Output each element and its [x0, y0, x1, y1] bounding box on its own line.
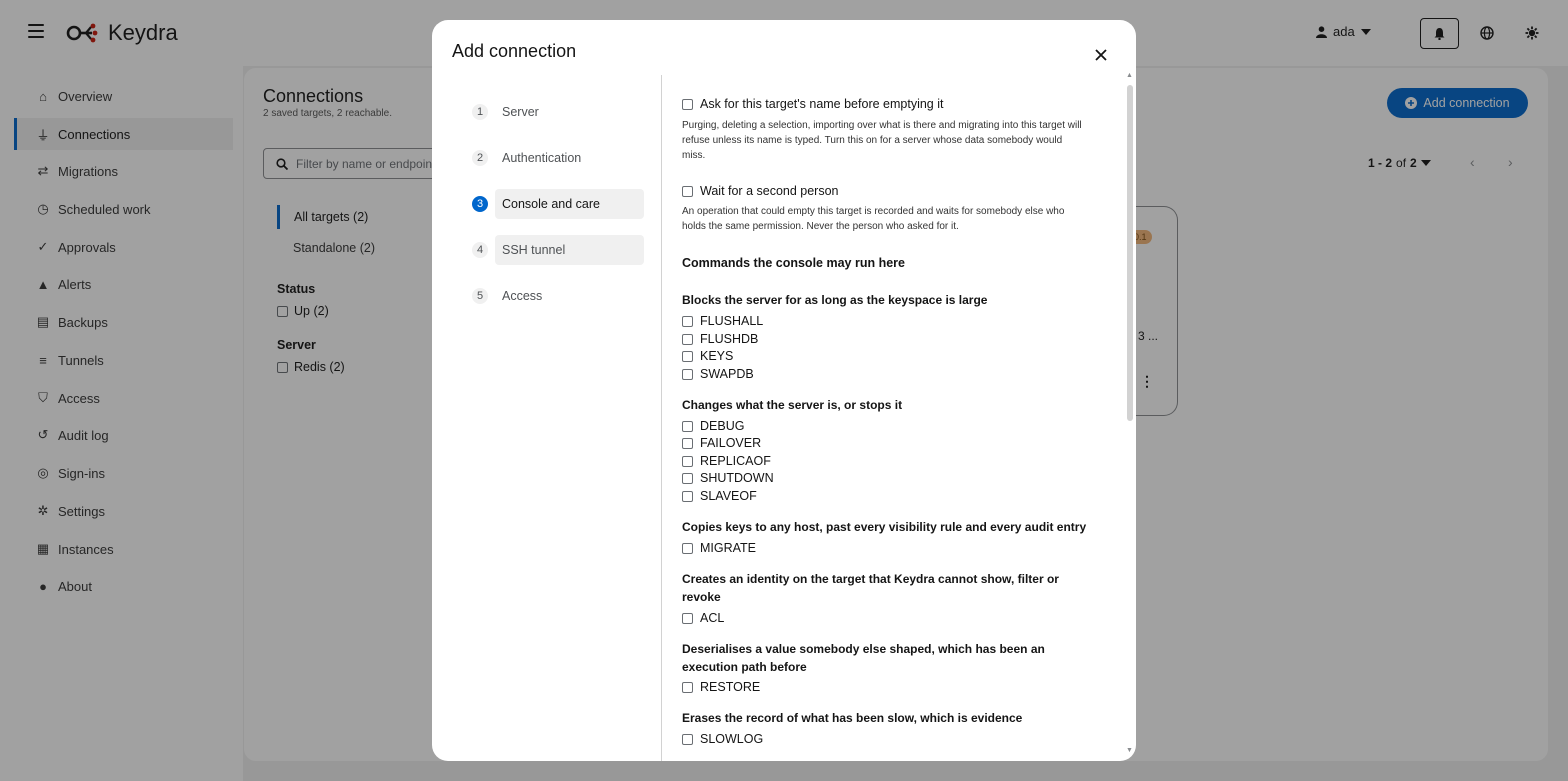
checkbox[interactable]	[682, 472, 693, 484]
command-option-flushdb[interactable]: FLUSHDB	[682, 332, 758, 346]
wizard-step-access[interactable]: 5 Access	[472, 281, 644, 311]
close-button[interactable]	[1092, 46, 1110, 64]
command-label: FLUSHALL	[700, 314, 764, 328]
checkbox[interactable]	[682, 315, 693, 327]
commands-section-title: Commands the console may run here	[682, 256, 905, 270]
confirm-name-help: Purging, deleting a selection, importing…	[682, 120, 1082, 161]
wizard-body: Ask for this target's name before emptyi…	[662, 75, 1136, 761]
checkbox[interactable]	[682, 681, 693, 693]
command-label: REPLICAOF	[700, 454, 771, 468]
step-label: Authentication	[502, 151, 582, 165]
command-option-acl[interactable]: ACL	[682, 611, 724, 625]
scroll-up-icon[interactable]: ▲	[1126, 72, 1133, 79]
command-option-debug[interactable]: DEBUG	[682, 419, 744, 433]
scrollbar-thumb[interactable]	[1127, 85, 1133, 421]
second-person-option[interactable]: Wait for a second person	[682, 184, 839, 198]
option-label: Wait for a second person	[700, 184, 839, 198]
command-option-swapdb[interactable]: SWAPDB	[682, 367, 754, 381]
command-option-restore[interactable]: RESTORE	[682, 680, 760, 694]
step-number: 3	[472, 196, 488, 212]
command-label: SHUTDOWN	[700, 471, 774, 485]
checkbox[interactable]	[682, 350, 693, 362]
wizard-step-authentication[interactable]: 2 Authentication	[472, 143, 644, 173]
checkbox[interactable]	[682, 612, 693, 624]
checkbox[interactable]	[682, 733, 693, 745]
command-label: ACL	[700, 611, 725, 625]
step-number: 5	[472, 288, 488, 304]
command-option-slaveof[interactable]: SLAVEOF	[682, 489, 757, 503]
step-number: 2	[472, 150, 488, 166]
wizard-step-console-and-care[interactable]: 3 Console and care	[472, 189, 644, 219]
command-label: SLAVEOF	[700, 489, 757, 503]
command-label: FLUSHDB	[700, 332, 759, 346]
command-label: DEBUG	[700, 419, 745, 433]
modal-title: Add connection	[452, 41, 577, 61]
command-label: MIGRATE	[700, 541, 757, 555]
wizard-step-server[interactable]: 1 Server	[472, 97, 644, 127]
command-group-title: Copies keys to any host, past every visi…	[682, 520, 1087, 534]
step-label: SSH tunnel	[495, 235, 644, 265]
command-option-flushall[interactable]: FLUSHALL	[682, 314, 763, 328]
second-person-checkbox[interactable]	[682, 185, 693, 197]
command-option-migrate[interactable]: MIGRATE	[682, 541, 756, 555]
command-label: RESTORE	[700, 680, 761, 694]
step-label: Console and care	[495, 189, 644, 219]
checkbox[interactable]	[682, 490, 693, 502]
checkbox[interactable]	[682, 542, 693, 554]
wizard-nav: 1 Server 2 Authentication 3 Console and …	[432, 75, 662, 761]
checkbox[interactable]	[682, 437, 693, 449]
checkbox[interactable]	[682, 455, 693, 467]
command-option-failover[interactable]: FAILOVER	[682, 436, 761, 450]
second-person-help: An operation that could empty this targe…	[682, 206, 1065, 232]
checkbox[interactable]	[682, 368, 693, 380]
command-option-keys[interactable]: KEYS	[682, 349, 733, 363]
step-label: Server	[502, 105, 539, 119]
close-icon	[1095, 49, 1107, 61]
command-option-slowlog[interactable]: SLOWLOG	[682, 732, 763, 746]
checkbox[interactable]	[682, 420, 693, 432]
command-label: SWAPDB	[700, 367, 754, 381]
scroll-down-icon[interactable]: ▼	[1126, 747, 1133, 754]
command-option-replicaof[interactable]: REPLICAOF	[682, 454, 771, 468]
step-number: 1	[472, 104, 488, 120]
checkbox[interactable]	[682, 333, 693, 345]
confirm-name-checkbox[interactable]	[682, 98, 693, 110]
command-group-title: Changes what the server is, or stops it	[682, 398, 903, 412]
add-connection-modal: Add connection 1 Server 2 Authentication…	[432, 20, 1136, 761]
step-label: Access	[502, 289, 543, 303]
command-label: SLOWLOG	[700, 732, 764, 746]
option-label: Ask for this target's name before emptyi…	[700, 97, 944, 111]
step-number: 4	[472, 242, 488, 258]
wizard-step-ssh-tunnel[interactable]: 4 SSH tunnel	[472, 235, 644, 265]
command-group-title: Creates an identity on the target that K…	[682, 572, 1059, 604]
command-label: KEYS	[700, 349, 734, 363]
command-group-title: Deserialises a value somebody else shape…	[682, 642, 1045, 674]
command-group-title: Erases the record of what has been slow,…	[682, 711, 1023, 725]
confirm-name-option[interactable]: Ask for this target's name before emptyi…	[682, 97, 943, 111]
command-label: FAILOVER	[700, 436, 762, 450]
command-option-shutdown[interactable]: SHUTDOWN	[682, 471, 774, 485]
command-group-title: Blocks the server for as long as the key…	[682, 293, 988, 307]
